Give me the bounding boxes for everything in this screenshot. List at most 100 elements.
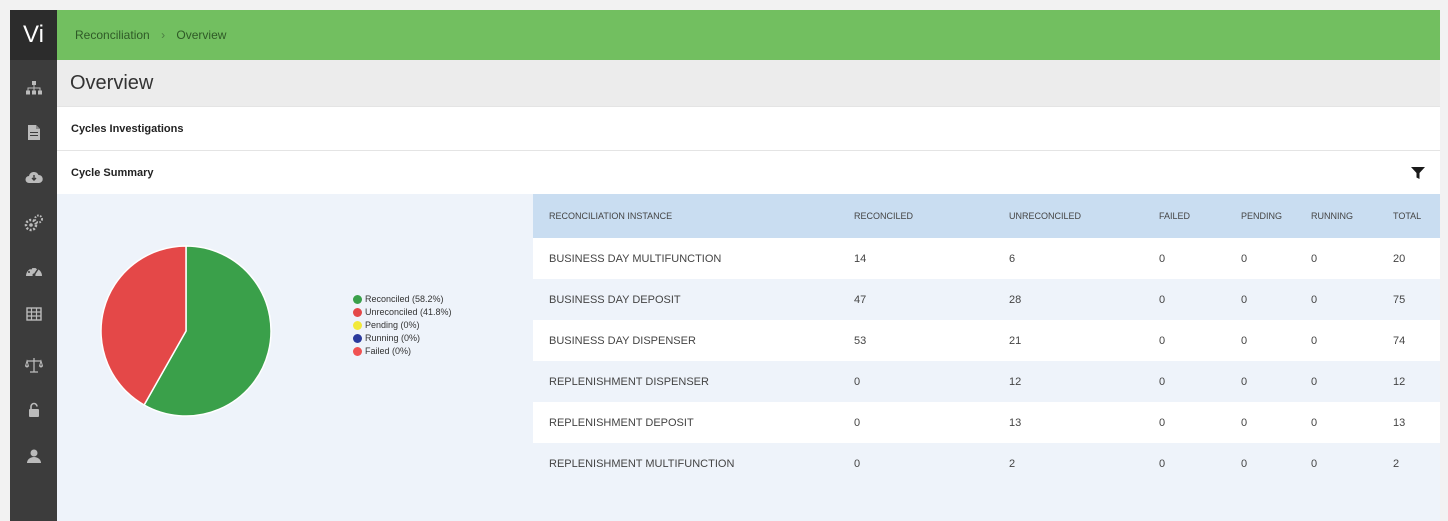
cell-failed: 0: [1159, 443, 1241, 484]
breadcrumb-overview[interactable]: Overview: [176, 28, 226, 42]
chart-panel: Reconciled (58.2%) Unreconciled (41.8%) Pe…: [57, 194, 533, 521]
legend-label: Reconciled (58.2%): [365, 294, 444, 304]
cell-running: 0: [1311, 443, 1393, 484]
cell-unreconciled: 12: [1009, 361, 1159, 402]
cell-total: 75: [1393, 279, 1440, 320]
table-row[interactable]: REPLENISHMENT DISPENSER 0 12 0 0 0 12: [533, 361, 1440, 402]
column-header-unreconciled[interactable]: UNRECONCILED: [1009, 194, 1159, 238]
cell-reconciled: 0: [854, 361, 1009, 402]
cell-running: 0: [1311, 320, 1393, 361]
cell-running: 0: [1311, 238, 1393, 279]
table-row[interactable]: REPLENISHMENT DEPOSIT 0 13 0 0 0 13: [533, 402, 1440, 443]
cell-pending: 0: [1241, 361, 1311, 402]
cell-unreconciled: 6: [1009, 238, 1159, 279]
cell-instance: BUSINESS DAY MULTIFUNCTION: [533, 238, 854, 279]
legend-swatch: [353, 307, 362, 317]
cell-instance: REPLENISHMENT DISPENSER: [533, 361, 854, 402]
pie-chart: [100, 245, 272, 417]
column-header-reconciled[interactable]: RECONCILED: [854, 194, 1009, 238]
cell-reconciled: 14: [854, 238, 1009, 279]
column-header-pending[interactable]: PENDING: [1241, 194, 1311, 238]
sitemap-icon[interactable]: [10, 66, 57, 110]
cell-reconciled: 53: [854, 320, 1009, 361]
cell-instance: BUSINESS DAY DEPOSIT: [533, 279, 854, 320]
page-title: Overview: [70, 72, 154, 94]
filter-icon[interactable]: [1410, 165, 1426, 181]
legend-label: Failed (0%): [365, 346, 412, 356]
app-window: Vi Reconciliation › Overview Overview Cy…: [10, 10, 1440, 521]
sidebar: Vi: [10, 10, 57, 521]
unlock-icon[interactable]: [10, 388, 57, 432]
cell-failed: 0: [1159, 320, 1241, 361]
breadcrumb-reconciliation[interactable]: Reconciliation: [75, 28, 150, 42]
cell-running: 0: [1311, 402, 1393, 443]
cell-unreconciled: 28: [1009, 279, 1159, 320]
cell-pending: 0: [1241, 238, 1311, 279]
legend-label: Pending (0%): [365, 320, 420, 330]
legend-item[interactable]: Pending (0%): [353, 319, 452, 331]
column-header-running[interactable]: RUNNING: [1311, 194, 1393, 238]
cell-running: 0: [1311, 361, 1393, 402]
section-title-summary: Cycle Summary: [71, 167, 154, 179]
cell-instance: REPLENISHMENT DEPOSIT: [533, 402, 854, 443]
cell-pending: 0: [1241, 279, 1311, 320]
cell-unreconciled: 2: [1009, 443, 1159, 484]
cell-total: 2: [1393, 443, 1440, 484]
legend-item[interactable]: Failed (0%): [353, 345, 452, 357]
cell-pending: 0: [1241, 402, 1311, 443]
cell-unreconciled: 13: [1009, 402, 1159, 443]
scales-icon[interactable]: [10, 343, 57, 387]
legend-swatch: [353, 346, 362, 356]
top-bar: Reconciliation › Overview: [57, 10, 1440, 60]
legend-item[interactable]: Running (0%): [353, 332, 452, 344]
cogs-icon[interactable]: [10, 201, 57, 245]
section-cycle-summary: Cycle Summary: [57, 150, 1440, 195]
cloud-icon[interactable]: [10, 155, 57, 199]
cell-failed: 0: [1159, 361, 1241, 402]
table-icon[interactable]: [10, 292, 57, 336]
table-row[interactable]: BUSINESS DAY MULTIFUNCTION 14 6 0 0 0 20: [533, 238, 1440, 279]
app-logo[interactable]: Vi: [10, 10, 57, 60]
legend-swatch: [353, 333, 362, 343]
cell-total: 20: [1393, 238, 1440, 279]
cell-failed: 0: [1159, 279, 1241, 320]
cell-pending: 0: [1241, 443, 1311, 484]
legend-item[interactable]: Reconciled (58.2%): [353, 293, 452, 305]
document-icon[interactable]: [10, 110, 57, 154]
cell-reconciled: 0: [854, 402, 1009, 443]
cell-failed: 0: [1159, 238, 1241, 279]
legend-label: Unreconciled (41.8%): [365, 307, 452, 317]
cell-unreconciled: 21: [1009, 320, 1159, 361]
cell-failed: 0: [1159, 402, 1241, 443]
cell-running: 0: [1311, 279, 1393, 320]
column-header-failed[interactable]: FAILED: [1159, 194, 1241, 238]
breadcrumb: Reconciliation › Overview: [75, 10, 226, 60]
cell-reconciled: 47: [854, 279, 1009, 320]
table-row[interactable]: BUSINESS DAY DISPENSER 53 21 0 0 0 74: [533, 320, 1440, 361]
legend-item[interactable]: Unreconciled (41.8%): [353, 306, 452, 318]
chart-legend: Reconciled (58.2%) Unreconciled (41.8%) Pe…: [353, 293, 452, 358]
column-header-instance[interactable]: RECONCILIATION INSTANCE: [533, 194, 854, 238]
cell-total: 13: [1393, 402, 1440, 443]
table-header-row: RECONCILIATION INSTANCE RECONCILED UNREC…: [533, 194, 1440, 238]
table-row[interactable]: REPLENISHMENT MULTIFUNCTION 0 2 0 0 0 2: [533, 443, 1440, 484]
breadcrumb-separator: ›: [161, 28, 166, 42]
user-icon[interactable]: [10, 434, 57, 478]
page-header: Overview: [57, 60, 1440, 106]
cycle-summary-content: Reconciled (58.2%) Unreconciled (41.8%) Pe…: [57, 194, 1440, 521]
cell-instance: BUSINESS DAY DISPENSER: [533, 320, 854, 361]
cell-total: 74: [1393, 320, 1440, 361]
cell-total: 12: [1393, 361, 1440, 402]
cell-instance: REPLENISHMENT MULTIFUNCTION: [533, 443, 854, 484]
reconciliation-table: RECONCILIATION INSTANCE RECONCILED UNREC…: [533, 194, 1440, 484]
section-cycles-investigations[interactable]: Cycles Investigations: [57, 106, 1440, 151]
dashboard-icon[interactable]: [10, 248, 57, 292]
column-header-total[interactable]: TOTAL: [1393, 194, 1440, 238]
cell-reconciled: 0: [854, 443, 1009, 484]
legend-label: Running (0%): [365, 333, 421, 343]
top-gap: [0, 0, 1448, 10]
legend-swatch: [353, 294, 362, 304]
table-row[interactable]: BUSINESS DAY DEPOSIT 47 28 0 0 0 75: [533, 279, 1440, 320]
section-title-investigations: Cycles Investigations: [71, 123, 184, 135]
cell-pending: 0: [1241, 320, 1311, 361]
